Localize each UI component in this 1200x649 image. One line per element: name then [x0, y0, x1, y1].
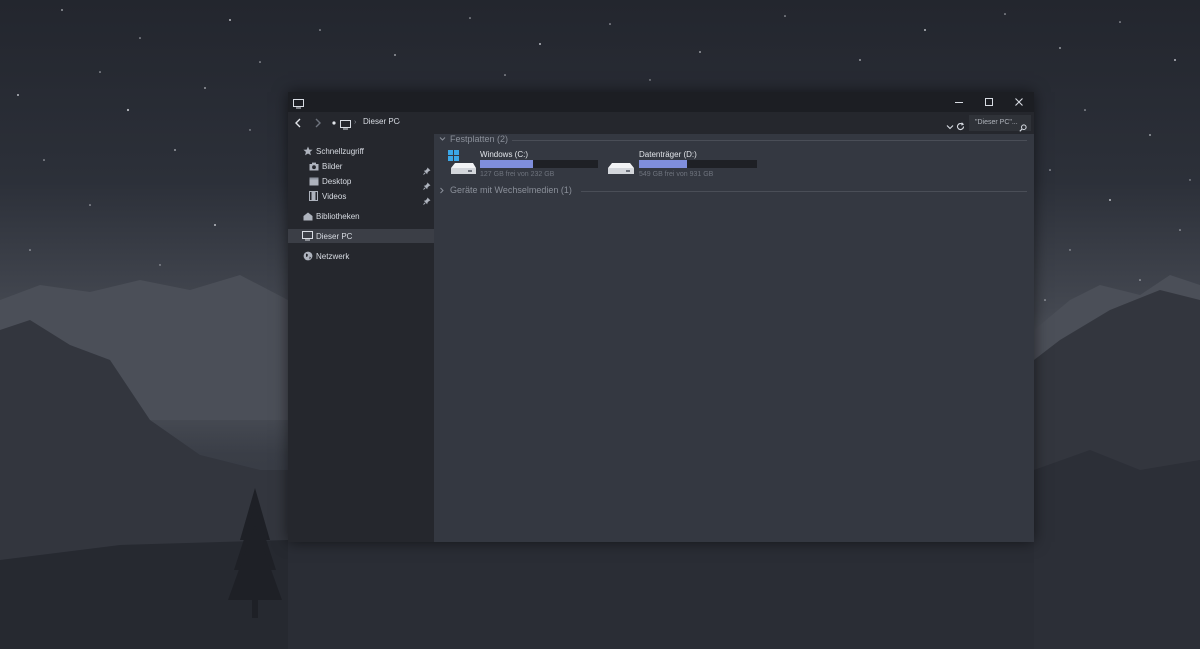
back-button[interactable]: [290, 115, 306, 131]
pin-icon[interactable]: [423, 192, 431, 210]
group-divider: [581, 191, 1027, 192]
sidebar-item-network[interactable]: Netzwerk: [302, 249, 349, 263]
chevron-down-icon: [439, 136, 447, 142]
windows-drive-icon: [448, 150, 476, 183]
sidebar-item-label: Bilder: [322, 161, 343, 171]
close-button[interactable]: [1004, 92, 1034, 112]
drive-usage-fill: [639, 160, 688, 168]
star-icon: [302, 146, 313, 157]
drive-usage-fill: [480, 160, 534, 168]
sidebar-item-label: Netzwerk: [316, 251, 350, 261]
minimize-button[interactable]: [944, 92, 974, 112]
drive-tile-d[interactable]: Datenträger (D:) 549 GB frei von 931 GB: [607, 150, 767, 180]
sidebar-item-quick-access[interactable]: Schnellzugriff: [302, 144, 364, 158]
group-header-label: Festplatten (2): [450, 134, 509, 144]
foreground-rocks: [1034, 450, 1200, 649]
title-bar[interactable]: [288, 92, 1034, 112]
drive-name: Windows (C:): [480, 150, 529, 159]
maximize-button[interactable]: [974, 92, 1004, 112]
recent-dropdown-icon: [332, 121, 336, 125]
drive-tile-c[interactable]: Windows (C:) 127 GB frei von 232 GB: [448, 150, 608, 180]
file-explorer-window: › Dieser PC › "Dieser PC"... Schnellzugr…: [288, 92, 1034, 542]
hard-drive-icon: [607, 150, 635, 183]
drive-usage-bar: [639, 160, 757, 168]
sidebar-item-label: Dieser PC: [316, 231, 353, 241]
sidebar-item-this-pc[interactable]: Dieser PC: [288, 229, 434, 243]
search-placeholder: "Dieser PC"...: [975, 119, 1018, 126]
sidebar-item-label: Bibliotheken: [316, 211, 360, 221]
maximize-icon: [985, 98, 993, 106]
this-pc-icon: [302, 231, 313, 242]
navigation-pane: Schnellzugriff Bilder Desktop Videos Bib…: [288, 134, 434, 542]
group-header-hard-drives[interactable]: Festplatten (2): [439, 134, 508, 144]
camera-icon: [308, 161, 319, 172]
sidebar-item-label: Schnellzugriff: [316, 146, 364, 156]
breadcrumb-dropdown-icon[interactable]: ›: [398, 119, 400, 126]
group-header-removable[interactable]: Geräte mit Wechselmedien (1): [439, 185, 572, 195]
search-input[interactable]: "Dieser PC"...: [969, 115, 1031, 132]
address-this-pc-icon: [340, 117, 351, 135]
minimize-icon: [955, 102, 963, 103]
content-pane: Festplatten (2) Windows (C:) 127 GB frei…: [434, 134, 1034, 542]
film-icon: [308, 191, 319, 202]
sidebar-item-pictures[interactable]: Bilder: [308, 159, 342, 173]
globe-icon: [302, 251, 313, 262]
group-header-label: Geräte mit Wechselmedien (1): [450, 185, 572, 195]
drive-usage-bar: [480, 160, 598, 168]
breadcrumb-this-pc[interactable]: Dieser PC: [363, 117, 399, 126]
drive-name: Datenträger (D:): [639, 150, 697, 159]
drive-free-space: 127 GB frei von 232 GB: [480, 171, 555, 178]
drive-free-space: 549 GB frei von 931 GB: [639, 171, 714, 178]
refresh-icon: [956, 122, 965, 130]
group-divider: [512, 140, 1027, 141]
libraries-icon: [302, 211, 313, 222]
close-icon: [1015, 98, 1023, 106]
sidebar-item-videos[interactable]: Videos: [308, 189, 346, 203]
sidebar-item-label: Videos: [322, 191, 347, 201]
sidebar-item-desktop[interactable]: Desktop: [308, 174, 351, 188]
chevron-down-icon: [946, 125, 954, 130]
navigation-bar: › Dieser PC › "Dieser PC"...: [288, 112, 1034, 134]
desktop-folder-icon: [308, 176, 319, 187]
arrow-left-icon: [295, 118, 301, 128]
sidebar-item-label: Desktop: [322, 176, 352, 186]
arrow-right-icon: [315, 118, 321, 128]
breadcrumb-separator-icon[interactable]: ›: [354, 119, 356, 126]
sidebar-item-libraries[interactable]: Bibliotheken: [302, 209, 360, 223]
forward-button[interactable]: [310, 115, 326, 131]
chevron-right-icon: [439, 187, 447, 194]
